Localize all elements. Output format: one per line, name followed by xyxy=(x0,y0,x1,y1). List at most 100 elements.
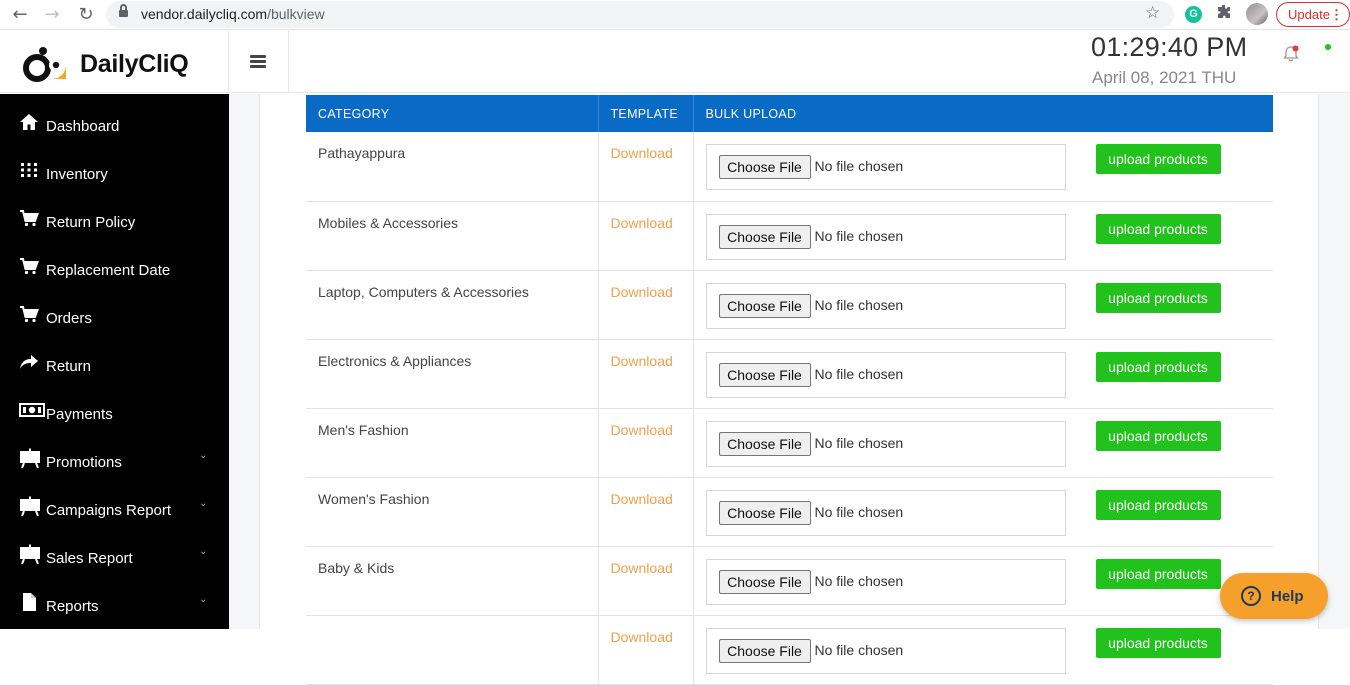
sidebar-item-label: Reports xyxy=(46,598,99,615)
sidebar-item-dashboard[interactable]: Dashboard xyxy=(0,98,229,146)
chevron-down-icon[interactable]: ⌄ xyxy=(199,546,207,557)
upload-products-button[interactable]: upload products xyxy=(1095,627,1221,658)
sidebar-item-return-policy[interactable]: Return Policy xyxy=(0,194,229,242)
bulk-upload-cell: Choose File No file chosen upload products xyxy=(693,477,1273,547)
sidebar-item-sales-report[interactable]: Sales Report ⌄ xyxy=(0,530,229,578)
category-cell xyxy=(306,615,599,685)
choose-file-button[interactable]: Choose File xyxy=(718,362,811,387)
main-content: CATEGORY TEMPLATE BULK UPLOAD Pathayappu… xyxy=(229,94,1350,685)
file-input[interactable]: Choose File No file chosen xyxy=(705,420,1066,467)
file-icon xyxy=(19,592,39,612)
file-input[interactable]: Choose File No file chosen xyxy=(705,627,1066,674)
table-row: Mobiles & Accessories Download Choose File… xyxy=(306,201,1273,271)
table-row: Electronics & Appliances Download Choose F… xyxy=(306,339,1273,409)
home-icon xyxy=(19,112,39,132)
file-input[interactable]: Choose File No file chosen xyxy=(705,282,1066,329)
url-text: vendor.dailycliq.com/bulkview xyxy=(141,6,325,22)
back-icon[interactable]: ← xyxy=(9,4,31,26)
menu-toggle-icon[interactable] xyxy=(250,55,266,69)
chevron-down-icon[interactable]: ⌄ xyxy=(199,450,207,461)
help-button[interactable]: ? Help xyxy=(1220,573,1328,619)
download-link[interactable]: Download xyxy=(611,422,673,438)
download-link[interactable]: Download xyxy=(611,353,673,369)
category-cell: Laptop, Computers & Accessories xyxy=(306,270,599,340)
no-file-text: No file chosen xyxy=(814,158,904,174)
sidebar-item-label: Replacement Date xyxy=(46,262,171,279)
file-input[interactable]: Choose File No file chosen xyxy=(705,558,1066,605)
bulk-upload-cell: Choose File No file chosen upload products xyxy=(693,408,1273,478)
template-cell: Download xyxy=(598,408,694,478)
sidebar-item-return[interactable]: Return xyxy=(0,338,229,386)
template-cell: Download xyxy=(598,270,694,340)
more-menu-icon[interactable]: ⋮ xyxy=(1330,3,1343,26)
bulk-upload-cell: Choose File No file chosen upload products xyxy=(693,546,1273,616)
clock-date: April 08, 2021 THU xyxy=(1092,68,1237,87)
easel-icon xyxy=(19,496,40,517)
extensions-puzzle-icon[interactable] xyxy=(1216,4,1232,24)
no-file-text: No file chosen xyxy=(814,434,904,451)
sidebar-item-promotions[interactable]: Promotions ⌄ xyxy=(0,434,229,482)
sidebar-item-inventory[interactable]: Inventory xyxy=(0,146,229,194)
grammarly-extension-icon[interactable]: G xyxy=(1185,6,1202,23)
sidebar-item-payments[interactable]: Payments xyxy=(0,386,229,434)
bulk-upload-cell: Choose File No file chosen upload products xyxy=(693,270,1273,340)
sidebar-item-campaigns-report[interactable]: Campaigns Report ⌄ xyxy=(0,482,229,530)
address-bar[interactable]: vendor.dailycliq.com/bulkview xyxy=(106,1,1174,28)
choose-file-button[interactable]: Choose File xyxy=(718,431,811,456)
notification-bell-icon[interactable] xyxy=(1281,44,1301,64)
download-link[interactable]: Download xyxy=(611,560,673,576)
file-input[interactable]: Choose File No file chosen xyxy=(705,489,1066,536)
download-link[interactable]: Download xyxy=(611,145,673,161)
upload-products-button[interactable]: upload products xyxy=(1095,144,1221,174)
bulk-upload-cell: Choose File No file chosen upload products xyxy=(693,201,1273,271)
file-input[interactable]: Choose File No file chosen xyxy=(705,144,1066,190)
reload-icon[interactable]: ↻ xyxy=(75,4,97,26)
forward-icon[interactable]: → xyxy=(41,4,63,26)
file-input[interactable]: Choose File No file chosen xyxy=(705,213,1066,260)
category-cell: Electronics & Appliances xyxy=(306,339,599,409)
upload-products-button[interactable]: upload products xyxy=(1095,489,1221,520)
browser-update-button[interactable]: Update ⋮ xyxy=(1276,2,1350,27)
download-link[interactable]: Download xyxy=(611,491,673,507)
choose-file-button[interactable]: Choose File xyxy=(718,569,811,594)
chevron-down-icon[interactable]: ⌄ xyxy=(199,594,207,605)
upload-products-button[interactable]: upload products xyxy=(1095,351,1221,382)
table-header-row: CATEGORY TEMPLATE BULK UPLOAD xyxy=(306,95,1273,132)
sidebar-item-label: Return xyxy=(46,358,92,375)
download-link[interactable]: Download xyxy=(611,215,673,231)
chevron-down-icon[interactable]: ⌄ xyxy=(199,498,207,509)
template-cell: Download xyxy=(598,546,694,616)
no-file-text: No file chosen xyxy=(814,641,904,658)
choose-file-button[interactable]: Choose File xyxy=(718,155,811,179)
upload-products-button[interactable]: upload products xyxy=(1095,282,1221,313)
choose-file-button[interactable]: Choose File xyxy=(718,500,811,525)
bookmark-star-icon[interactable]: ☆ xyxy=(1145,3,1160,23)
cart-icon xyxy=(19,304,39,324)
no-file-text: No file chosen xyxy=(814,365,904,382)
sidebar-item-reports[interactable]: Reports ⌄ xyxy=(0,578,229,626)
profile-avatar[interactable] xyxy=(1246,3,1268,25)
upload-products-button[interactable]: upload products xyxy=(1095,213,1221,244)
upload-products-button[interactable]: upload products xyxy=(1095,420,1221,451)
choose-file-button[interactable]: Choose File xyxy=(718,638,811,663)
column-header-template: TEMPLATE xyxy=(598,95,694,132)
table-row: Laptop, Computers & Accessories Download C… xyxy=(306,270,1273,340)
bulk-upload-cell: Choose File No file chosen upload products xyxy=(693,132,1273,202)
sidebar-item-label: Campaigns Report xyxy=(46,502,172,519)
choose-file-button[interactable]: Choose File xyxy=(718,293,811,318)
sidebar-item-label: Dashboard xyxy=(46,118,120,135)
table-row: Download Choose File No file chosen upload … xyxy=(306,615,1273,685)
choose-file-button[interactable]: Choose File xyxy=(718,224,811,249)
sidebar-item-orders[interactable]: Orders xyxy=(0,290,229,338)
sidebar-item-replacement-date[interactable]: Replacement Date xyxy=(0,242,229,290)
download-link[interactable]: Download xyxy=(611,629,673,645)
category-cell: Mobiles & Accessories xyxy=(306,201,599,271)
logo-text: DailyCliQ xyxy=(80,50,189,78)
table-row: Baby & Kids Download Choose File No file ch… xyxy=(306,546,1273,616)
sidebar-item-label: Orders xyxy=(46,310,92,327)
file-input[interactable]: Choose File No file chosen xyxy=(705,351,1066,398)
upload-products-button[interactable]: upload products xyxy=(1095,558,1221,589)
download-link[interactable]: Download xyxy=(611,284,673,300)
cart-icon xyxy=(19,256,39,276)
template-cell: Download xyxy=(598,201,694,271)
